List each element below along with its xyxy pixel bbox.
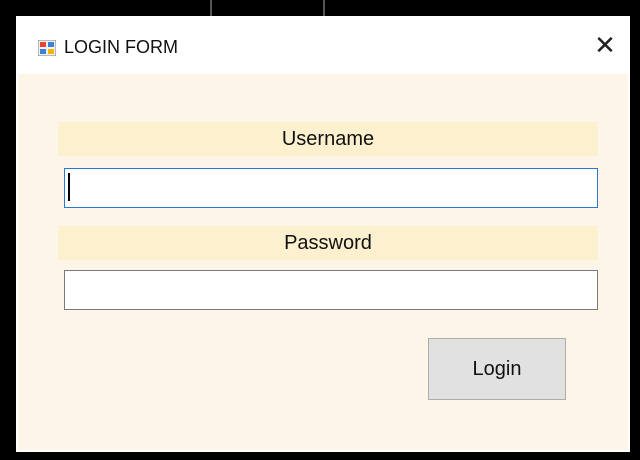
login-button[interactable]: Login <box>428 338 566 400</box>
screen-frame: LOGIN FORM ✕ Username Password Login <box>0 0 640 460</box>
background-divider <box>210 0 212 16</box>
username-label: Username <box>58 122 598 156</box>
text-caret <box>68 173 70 201</box>
title-bar[interactable]: LOGIN FORM ✕ <box>18 18 628 74</box>
app-form-icon <box>37 39 57 57</box>
password-input[interactable] <box>64 270 598 310</box>
window-title: LOGIN FORM <box>64 37 179 57</box>
close-icon[interactable]: ✕ <box>590 30 620 60</box>
login-form-window: LOGIN FORM ✕ Username Password Login <box>16 16 630 452</box>
username-input[interactable] <box>64 168 598 208</box>
background-divider <box>323 0 325 16</box>
password-label: Password <box>58 226 598 260</box>
background-strip <box>0 0 640 16</box>
